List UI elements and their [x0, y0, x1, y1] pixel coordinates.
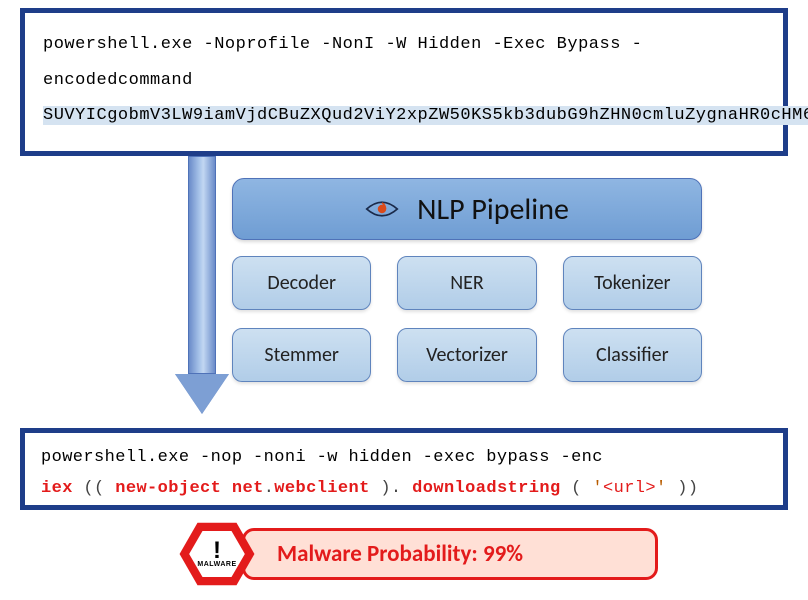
token-net: net	[232, 479, 264, 498]
pipeline-title: NLP Pipeline	[417, 191, 569, 228]
encoded-payload: SUVYICgobmV3LW9iamVjdCBuZXQud2ViY2xpZW50…	[43, 106, 808, 125]
stage-stemmer: Stemmer	[232, 328, 371, 382]
arrow-head	[175, 374, 229, 414]
malware-badge-inner: ! MALWARE	[188, 529, 246, 579]
quote-open: '	[592, 479, 603, 498]
paren-open2: (	[561, 479, 593, 498]
malware-probability-text: Malware Probability: 99%	[277, 540, 523, 568]
fireeye-icon	[365, 198, 399, 220]
quote-close: '	[656, 479, 667, 498]
malware-result: ! MALWARE Malware Probability: 99%	[178, 518, 658, 590]
powershell-prefix: powershell.exe -Noprofile -NonI -W Hidde…	[43, 35, 642, 90]
paren-close: ))	[667, 479, 699, 498]
stage-ner: NER	[397, 256, 536, 310]
arrow-stem	[188, 156, 216, 374]
malware-badge: ! MALWARE	[178, 520, 256, 588]
pipeline-header: NLP Pipeline	[232, 178, 702, 240]
flow-arrow	[175, 156, 229, 414]
stage-tokenizer: Tokenizer	[563, 256, 702, 310]
stage-vectorizer: Vectorizer	[397, 328, 536, 382]
space	[221, 479, 232, 498]
nlp-pipeline-panel: NLP Pipeline Decoder NER Tokenizer Stemm…	[232, 178, 702, 382]
decoded-line1: powershell.exe -nop -noni -w hidden -exe…	[41, 443, 767, 474]
exclamation-icon: !	[213, 540, 221, 562]
malware-probability-bar: Malware Probability: 99%	[242, 528, 658, 580]
pipeline-stages-grid: Decoder NER Tokenizer Stemmer Vectorizer…	[232, 256, 702, 382]
malware-badge-label: MALWARE	[197, 561, 236, 568]
output-decoded-box: powershell.exe -nop -noni -w hidden -exe…	[20, 428, 788, 510]
token-url: <url>	[603, 479, 656, 498]
paren-mid: ).	[370, 479, 412, 498]
dot: .	[264, 479, 275, 498]
token-webclient: webclient	[274, 479, 369, 498]
decoded-line2: iex (( new-object net.webclient ). downl…	[41, 474, 767, 505]
input-command-box: powershell.exe -Noprofile -NonI -W Hidde…	[20, 8, 788, 156]
stage-classifier: Classifier	[563, 328, 702, 382]
token-iex: iex	[41, 479, 73, 498]
token-new-object: new-object	[115, 479, 221, 498]
token-downloadstring: downloadstring	[412, 479, 560, 498]
paren-open: ((	[73, 479, 115, 498]
stage-decoder: Decoder	[232, 256, 371, 310]
